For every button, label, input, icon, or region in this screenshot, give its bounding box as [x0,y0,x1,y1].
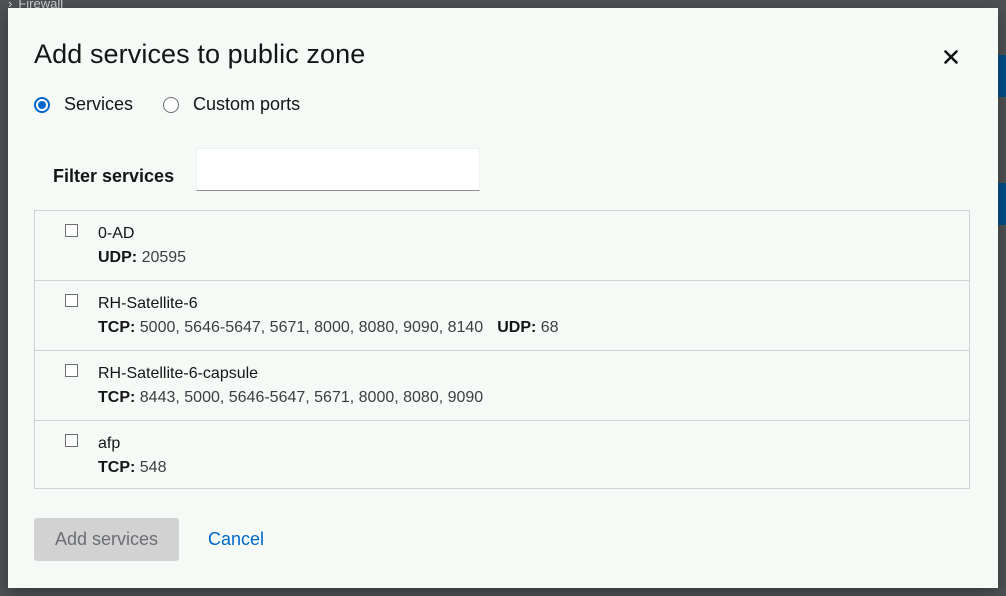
service-ports: TCP: 548 [98,459,166,477]
port-values: 5000, 5646-5647, 5671, 8000, 8080, 9090,… [139,319,484,336]
port-values: 8443, 5000, 5646-5647, 5671, 8000, 8080,… [139,389,484,406]
service-checkbox[interactable] [65,294,78,307]
port-protocol: TCP: [98,459,136,476]
add-services-button[interactable]: Add services [34,518,179,561]
service-ports: UDP: 20595 [98,249,186,267]
service-checkbox[interactable] [65,434,78,447]
service-ports: TCP: 5000, 5646-5647, 5671, 8000, 8080, … [98,319,559,337]
service-name: afp [98,435,121,452]
port-protocol: UDP: [497,319,537,336]
service-name: RH-Satellite-6-capsule [98,365,259,382]
radio-label: Services [64,94,134,114]
port-protocol: UDP: [98,249,138,266]
radio-label: Custom ports [193,94,301,114]
service-checkbox[interactable] [65,364,78,377]
add-services-modal: Add services to public zone Services Cus… [8,8,998,588]
radio-circle[interactable] [34,96,50,113]
cancel-button[interactable]: Cancel [194,518,278,561]
service-row: afp TCP: 548 [35,421,969,488]
close-icon [944,50,958,64]
port-values: 68 [540,319,559,336]
close-button[interactable] [936,42,966,72]
service-name: RH-Satellite-6 [98,295,198,312]
service-name: 0-AD [98,225,135,242]
services-list: 0-AD UDP: 20595 RH-Satellite-6 TCP: 5000… [34,210,970,489]
filter-label: Filter services [53,166,175,186]
service-row: 0-AD UDP: 20595 [35,211,969,281]
port-protocol: TCP: [98,389,136,406]
radio-services[interactable]: Services [34,94,133,115]
filter-services-input[interactable] [196,148,480,191]
radio-circle[interactable] [163,96,180,113]
modal-title: Add services to public zone [34,39,366,69]
radio-custom-ports[interactable]: Custom ports [163,94,300,115]
mode-radio-group: Services Custom ports [34,94,330,115]
port-values: 548 [139,459,167,476]
service-ports: TCP: 8443, 5000, 5646-5647, 5671, 8000, … [98,389,483,407]
service-row: RH-Satellite-6-capsule TCP: 8443, 5000, … [35,351,969,421]
port-values: 20595 [141,249,187,266]
service-row: RH-Satellite-6 TCP: 5000, 5646-5647, 567… [35,281,969,351]
service-checkbox[interactable] [65,224,78,237]
port-protocol: TCP: [98,319,136,336]
